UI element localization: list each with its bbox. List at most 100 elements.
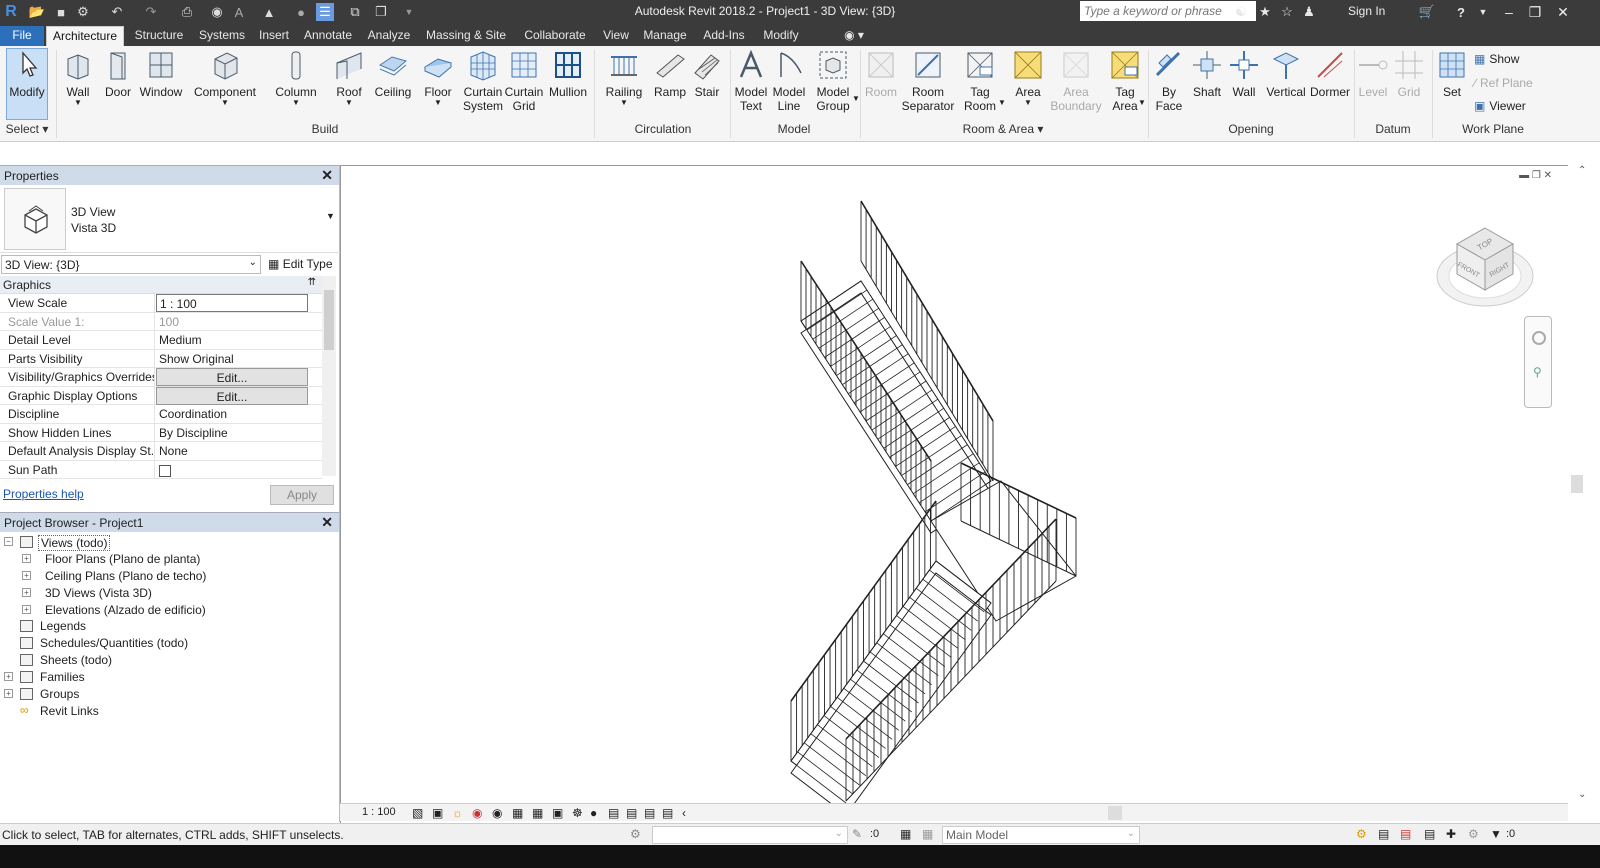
steering-wheel-icon[interactable] (1532, 331, 1546, 345)
browser-item[interactable]: Legends (0, 618, 336, 635)
detail-level-icon[interactable]: ▧ (412, 806, 426, 820)
tab-structure[interactable]: Structure (128, 26, 190, 46)
tab-manage[interactable]: Manage (638, 26, 692, 46)
wall-dropdown-icon[interactable]: ▼ (74, 99, 82, 107)
expand-icon[interactable]: + (22, 570, 31, 580)
redo-icon[interactable]: ↷ (142, 3, 160, 21)
customize-qat-icon[interactable]: ▼ (400, 3, 418, 21)
floor-dropdown-icon[interactable]: ▼ (434, 99, 442, 107)
chevron-down-icon[interactable]: ▼ (326, 211, 335, 221)
parts-visibility-select[interactable]: Show Original (156, 350, 308, 368)
binoculars-icon[interactable]: ☯ (1232, 3, 1250, 21)
browser-item[interactable]: ∞ Revit Links (0, 703, 336, 720)
view-scrollbar-vertical[interactable]: ⌃ ⌄ (1568, 165, 1600, 823)
text-icon[interactable]: A (230, 3, 248, 21)
expand-icon[interactable]: + (22, 553, 31, 563)
properties-help-link[interactable]: Properties help (3, 487, 84, 501)
filter-icon[interactable]: ▼ (1490, 827, 1502, 841)
view-scale-button[interactable]: 1 : 100 (362, 806, 396, 818)
view-scale-input[interactable]: 1 : 100 (156, 294, 308, 312)
model-group-button[interactable]: Model Group (812, 49, 854, 119)
tab-modify[interactable]: Modify (756, 26, 806, 46)
section-icon[interactable]: ● (292, 3, 310, 21)
close-icon[interactable]: ✕ (321, 514, 333, 531)
dormer-button[interactable]: Dormer (1308, 49, 1352, 119)
tab-file[interactable]: File (0, 26, 44, 46)
measure-icon[interactable]: ◉ (208, 3, 226, 21)
open-icon[interactable]: 📂 (28, 3, 46, 21)
ribbon-minimize-icon[interactable]: ◉ ▾ (836, 26, 872, 46)
instance-selector[interactable]: 3D View: {3D} ⌄ (1, 255, 261, 274)
area-button[interactable]: Area ▼ (1010, 49, 1046, 119)
component-dropdown-icon[interactable]: ▼ (221, 99, 229, 107)
scroll-left-icon[interactable]: ‹ (682, 806, 696, 820)
help-dropdown-icon[interactable]: ▼ (1474, 3, 1492, 21)
crop-view-icon[interactable]: ▦ (512, 806, 526, 820)
temp-hide-icon[interactable]: ☸ (572, 806, 586, 820)
set-work-plane-button[interactable]: Set (1436, 49, 1468, 119)
discipline-select[interactable]: Coordination (156, 405, 308, 423)
cart-icon[interactable]: 🛒 (1418, 3, 1436, 21)
tab-add-ins[interactable]: Add-Ins (696, 26, 752, 46)
tab-massing-site[interactable]: Massing & Site (420, 26, 512, 46)
drag-elements-icon[interactable]: ✚ (1446, 827, 1456, 841)
thin-lines-icon[interactable]: ☰ (316, 3, 334, 21)
tab-view[interactable]: View (598, 26, 634, 46)
wall-button[interactable]: Wall ▼ (58, 49, 98, 119)
stair-button[interactable]: Stair (690, 49, 724, 119)
railing-dropdown-icon[interactable]: ▼ (620, 99, 628, 107)
subscription-icon[interactable]: ★ (1256, 3, 1274, 21)
hidden-lines-select[interactable]: By Discipline (156, 424, 308, 442)
restore-button[interactable]: ❐ (1524, 2, 1546, 22)
tab-annotate[interactable]: Annotate (298, 26, 358, 46)
curtain-grid-button[interactable]: Curtain Grid (504, 49, 544, 119)
scroll-thumb[interactable] (1571, 475, 1583, 493)
analytical-model-icon[interactable]: ▤ (626, 806, 640, 820)
wall-opening-button[interactable]: Wall (1226, 49, 1262, 119)
design-options-icon[interactable]: ▦ (900, 827, 911, 841)
ref-plane-button[interactable]: ∕ Ref Plane (1474, 76, 1533, 90)
ramp-button[interactable]: Ramp (652, 49, 688, 119)
lock-view-icon[interactable]: ▣ (552, 806, 566, 820)
sun-path-icon[interactable]: ☼ (452, 806, 466, 820)
analysis-display-select[interactable]: None (156, 442, 308, 460)
browser-item[interactable]: Schedules/Quantities (todo) (0, 635, 336, 652)
minimize-button[interactable]: – (1498, 2, 1520, 22)
tab-insert[interactable]: Insert (254, 26, 294, 46)
scroll-down-icon[interactable]: ⌄ (1578, 789, 1586, 800)
select-by-face-icon[interactable]: ▤ (1424, 827, 1435, 841)
detail-level-select[interactable]: Medium (156, 331, 308, 349)
visual-style-icon[interactable]: ▣ (432, 806, 446, 820)
tab-systems[interactable]: Systems (194, 26, 250, 46)
sign-in-link[interactable]: Sign In (1348, 4, 1385, 18)
room-separator-button[interactable]: Room Separator (900, 49, 956, 119)
tab-collaborate[interactable]: Collaborate (516, 26, 594, 46)
area-dropdown-icon[interactable]: ▼ (1024, 99, 1032, 107)
reveal-constraints-icon[interactable]: ▤ (662, 806, 676, 820)
print-icon[interactable]: ⎙ (178, 3, 196, 21)
vg-overrides-edit-button[interactable]: Edit... (156, 368, 308, 386)
column-button[interactable]: Column ▼ (274, 49, 318, 119)
close-icon[interactable]: ✕ (321, 167, 333, 184)
expand-icon[interactable]: + (4, 689, 13, 699)
room-area-panel-label[interactable]: Room & Area ▾ (862, 122, 1144, 136)
show-work-plane-button[interactable]: ▦ Show (1474, 52, 1519, 66)
3d-view-icon[interactable]: ▲ (260, 3, 278, 21)
switch-windows-icon[interactable]: ❐ (372, 3, 390, 21)
tag-area-dropdown-icon[interactable]: ▼ (1138, 98, 1146, 107)
viewcube[interactable]: TOP FRONT RIGHT (1435, 224, 1535, 314)
favorites-icon[interactable]: ☆ (1278, 3, 1296, 21)
browser-item[interactable]: − Views (todo) (0, 534, 336, 551)
viewer-button[interactable]: ▣ Viewer (1474, 99, 1526, 113)
select-links-icon[interactable]: ⚙ (1356, 827, 1367, 841)
level-button[interactable]: Level (1358, 49, 1388, 119)
save-icon[interactable]: ■ (52, 3, 70, 21)
grid-button[interactable]: Grid (1394, 49, 1424, 119)
browser-item[interactable]: + Ceiling Plans (Plano de techo) (0, 568, 336, 585)
close-button[interactable]: ✕ (1552, 2, 1574, 22)
model-line-button[interactable]: Model Line (770, 49, 808, 119)
sync-icon[interactable]: ⚙ (74, 3, 92, 21)
stair-model[interactable] (341, 166, 1567, 806)
modify-button[interactable]: Modify (6, 48, 48, 120)
highlight-displacement-icon[interactable]: ▤ (644, 806, 658, 820)
